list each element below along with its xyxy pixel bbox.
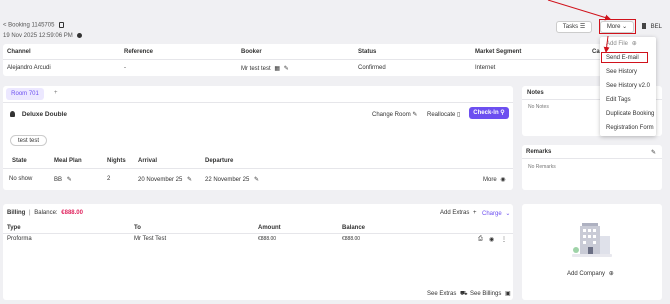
annotation-arrow-bottom (603, 35, 610, 53)
annotation-arrow-top (547, 0, 611, 21)
annotation-arrows (547, 0, 611, 53)
